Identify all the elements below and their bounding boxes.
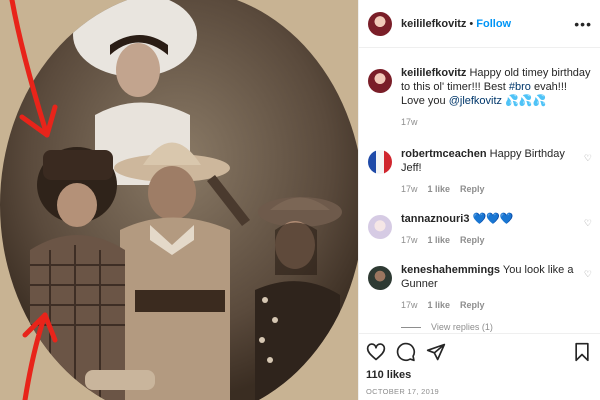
vintage-family-photo: [0, 0, 358, 400]
post-photo[interactable]: [0, 0, 358, 400]
reply-button[interactable]: Reply: [460, 233, 485, 247]
commenter-avatar[interactable]: [368, 215, 392, 239]
caption-time[interactable]: 17w: [401, 115, 418, 129]
caption: keililefkovitz Happy old timey birthday …: [359, 66, 600, 129]
separator-dot: •: [469, 17, 474, 30]
view-replies-button[interactable]: View replies (1): [401, 322, 600, 332]
caption-avatar[interactable]: [368, 69, 392, 93]
author-avatar[interactable]: [368, 11, 392, 36]
like-count[interactable]: 110 likes: [366, 369, 592, 381]
comment-item: robertmceachen Happy Birthday Jeff! 17w …: [359, 147, 600, 196]
comment-username[interactable]: tannaznouri3: [401, 213, 469, 225]
comment-body: robertmceachen Happy Birthday Jeff! 17w …: [401, 147, 584, 196]
caption-username[interactable]: keililefkovitz: [401, 67, 466, 79]
comment-username[interactable]: robertmceachen: [401, 148, 487, 160]
comment-like-count[interactable]: 1 like: [428, 298, 451, 312]
follow-button[interactable]: Follow: [476, 18, 511, 30]
comment-username[interactable]: keneshahemmings: [401, 264, 500, 276]
comment-meta: 17w 1 like Reply: [401, 182, 584, 196]
comment-heart-icon[interactable]: ♡: [584, 147, 592, 196]
comment-icon[interactable]: [396, 342, 416, 362]
comment-heart-icon[interactable]: ♡: [584, 263, 592, 312]
hashtag-link[interactable]: #bro: [509, 81, 531, 93]
more-options-icon[interactable]: •••: [574, 16, 592, 32]
replies-divider-line: [401, 326, 421, 328]
caption-emoji: 💦💦💦: [505, 95, 547, 107]
reply-button[interactable]: Reply: [460, 182, 485, 196]
mention-link[interactable]: @jlefkovitz: [449, 95, 502, 107]
comment-heart-icon[interactable]: ♡: [584, 212, 592, 247]
post-actions: 110 likes OCTOBER 17, 2019: [359, 333, 600, 396]
comment-time[interactable]: 17w: [401, 182, 418, 196]
commenter-avatar[interactable]: [368, 150, 392, 174]
comment-text: 💙💙💙: [472, 213, 514, 225]
comments-list: keililefkovitz Happy old timey birthday …: [359, 49, 600, 333]
comment-body: tannaznouri3 💙💙💙 17w 1 like Reply: [401, 212, 584, 247]
comment-time[interactable]: 17w: [401, 298, 418, 312]
post-side-panel: keililefkovitz • Follow ••• keililefkovi…: [358, 0, 600, 400]
comment-meta: 17w 1 like Reply: [401, 233, 584, 247]
comment-item: keneshahemmings You look like a Gunner 1…: [359, 263, 600, 312]
view-replies-label[interactable]: View replies (1): [431, 322, 493, 332]
share-icon[interactable]: [426, 342, 446, 362]
post-date[interactable]: OCTOBER 17, 2019: [366, 387, 592, 396]
comment-like-count[interactable]: 1 like: [428, 233, 451, 247]
comment-body: keneshahemmings You look like a Gunner 1…: [401, 263, 584, 312]
post-header: keililefkovitz • Follow •••: [359, 0, 600, 48]
comment-like-count[interactable]: 1 like: [428, 182, 451, 196]
bookmark-icon[interactable]: [572, 342, 592, 362]
heart-icon[interactable]: [366, 342, 386, 362]
caption-meta: 17w: [401, 115, 592, 129]
comment-time[interactable]: 17w: [401, 233, 418, 247]
commenter-avatar[interactable]: [368, 266, 392, 290]
author-username[interactable]: keililefkovitz: [401, 18, 466, 30]
action-icons: [366, 340, 592, 364]
comment-item: tannaznouri3 💙💙💙 17w 1 like Reply ♡: [359, 212, 600, 247]
reply-button[interactable]: Reply: [460, 298, 485, 312]
comment-meta: 17w 1 like Reply: [401, 298, 584, 312]
caption-body: keililefkovitz Happy old timey birthday …: [401, 66, 592, 129]
